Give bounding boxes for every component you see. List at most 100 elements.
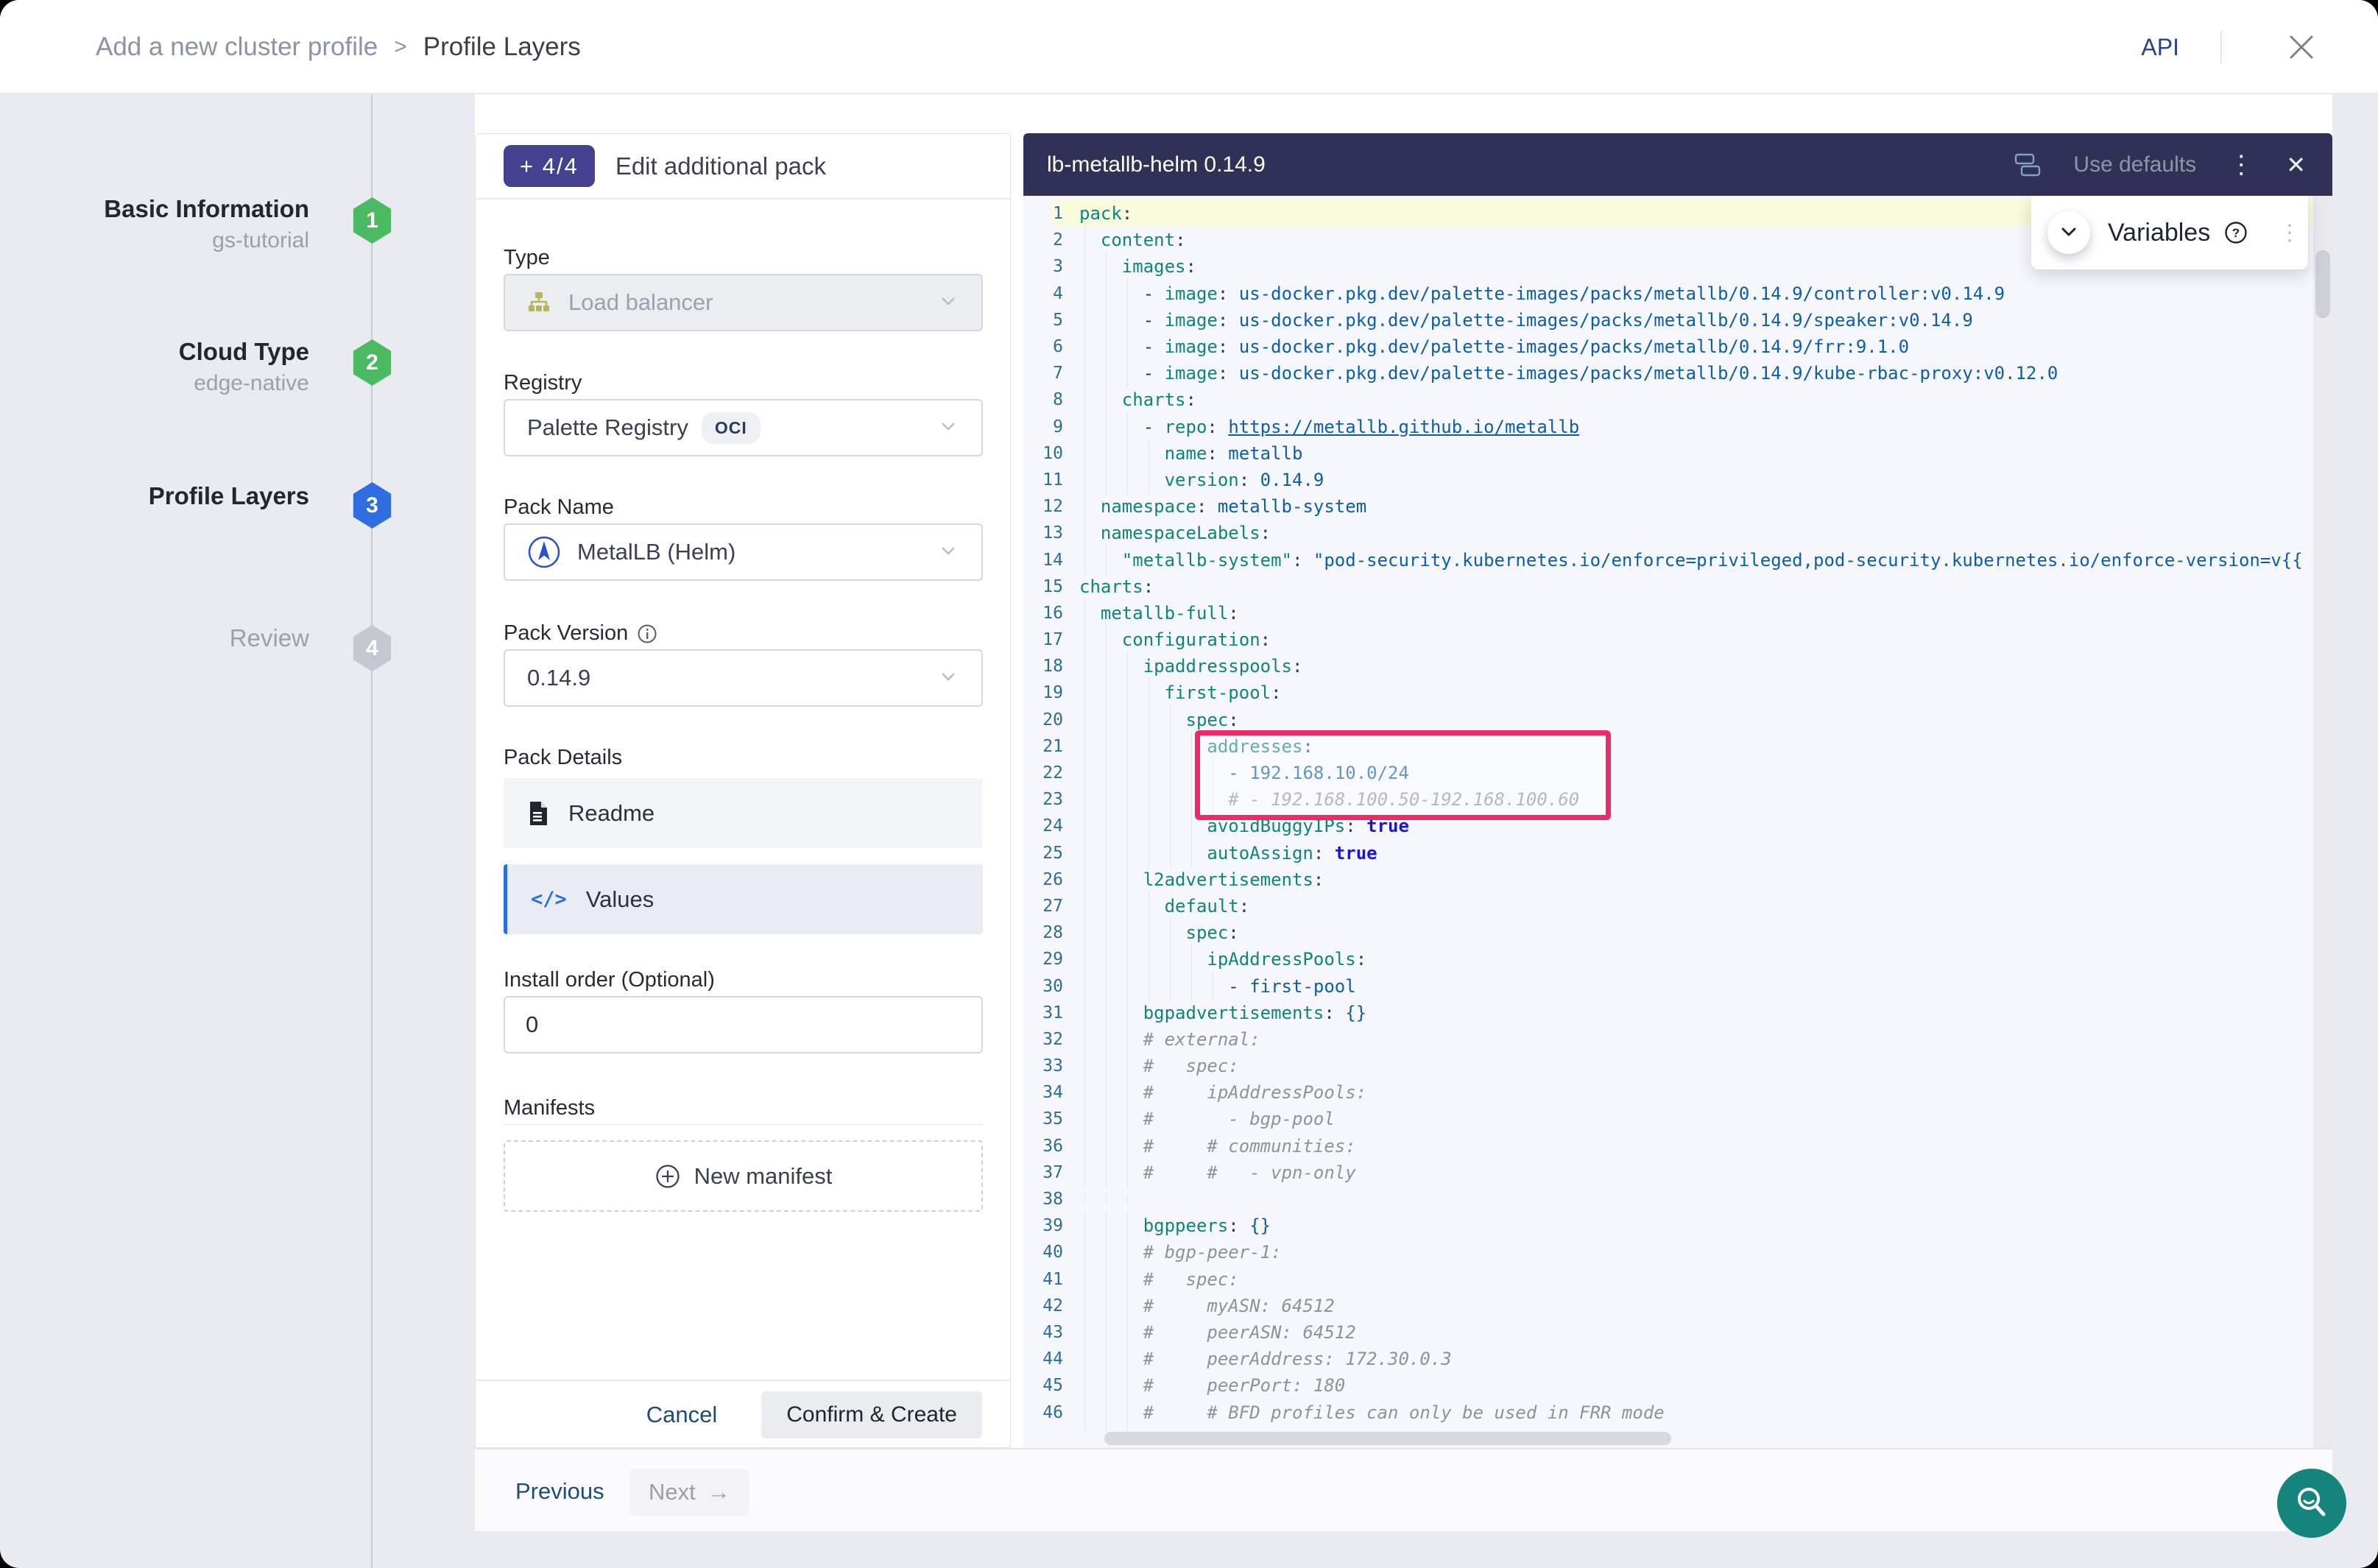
info-icon[interactable]: [637, 624, 657, 644]
code-line[interactable]: 44 # peerAddress: 172.30.0.3: [1023, 1346, 2313, 1372]
code-line[interactable]: 45 # peerPort: 180: [1023, 1372, 2313, 1399]
code-text: content:: [1079, 230, 1186, 250]
line-number: 8: [1023, 390, 1063, 409]
code-line[interactable]: 37 # # - vpn-only: [1023, 1159, 2313, 1186]
pack-name-select[interactable]: MetalLB (Helm): [504, 523, 983, 581]
line-number: 29: [1023, 950, 1063, 969]
close-icon[interactable]: [2284, 29, 2319, 65]
code-line[interactable]: 38: [1023, 1186, 2313, 1212]
code-line[interactable]: 40 # bgp-peer-1:: [1023, 1239, 2313, 1265]
help-circle-icon[interactable]: ?: [2223, 220, 2248, 245]
code-line[interactable]: 12 namespace: metallb-system: [1023, 493, 2313, 520]
step-1-hexagon[interactable]: 1: [351, 197, 393, 244]
code-line[interactable]: 47 # # bfdProfile: bfd-profile-1: [1023, 1426, 2313, 1430]
code-line[interactable]: 9 - repo: https://metallb.github.io/meta…: [1023, 414, 2313, 440]
code-text: bgppeers: {}: [1079, 1215, 1271, 1236]
code-line[interactable]: 34 # ipAddressPools:: [1023, 1079, 2313, 1106]
step-title: Review: [44, 622, 309, 654]
line-number: 10: [1023, 444, 1063, 463]
line-number: 27: [1023, 897, 1063, 916]
code-line[interactable]: 27 default:: [1023, 893, 2313, 919]
code-line[interactable]: 35 # - bgp-pool: [1023, 1106, 2313, 1132]
card-header: + 4/4 Edit additional pack: [476, 134, 1010, 199]
code-text: spec:: [1079, 710, 1239, 730]
code-line[interactable]: 30 - first-pool: [1023, 972, 2313, 999]
code-line[interactable]: 29 ipAddressPools:: [1023, 946, 2313, 972]
code-line[interactable]: 14 "metallb-system": "pod-security.kuber…: [1023, 546, 2313, 573]
topbar-divider: [2220, 31, 2222, 63]
step-subtitle: gs-tutorial: [44, 225, 309, 256]
code-line[interactable]: 6 - image: us-docker.pkg.dev/palette-ima…: [1023, 333, 2313, 360]
code-line[interactable]: 43 # peerASN: 64512: [1023, 1319, 2313, 1346]
code-text: autoAssign: true: [1079, 843, 1377, 864]
line-number: 17: [1023, 630, 1063, 649]
vertical-scrollbar-thumb[interactable]: [2315, 250, 2330, 318]
code-line[interactable]: 42 # myASN: 64512: [1023, 1293, 2313, 1319]
support-search-button[interactable]: [2277, 1469, 2346, 1538]
code-line[interactable]: 13 namespaceLabels:: [1023, 520, 2313, 546]
previous-button[interactable]: Previous: [515, 1449, 604, 1533]
code-text: # # - vpn-only: [1079, 1162, 1356, 1183]
values-tab[interactable]: </> Values: [504, 864, 983, 934]
code-line[interactable]: 7 - image: us-docker.pkg.dev/palette-ima…: [1023, 360, 2313, 386]
horizontal-scrollbar-thumb[interactable]: [1104, 1432, 1671, 1445]
code-line[interactable]: 15charts:: [1023, 573, 2313, 600]
code-text: bgpadvertisements: {}: [1079, 1003, 1366, 1023]
step-review[interactable]: Review: [44, 622, 309, 654]
editor-close-icon[interactable]: ✕: [2286, 153, 2306, 177]
step-2-hexagon[interactable]: 2: [351, 339, 393, 386]
confirm-create-button[interactable]: Confirm & Create: [761, 1391, 982, 1438]
step-number: 3: [366, 493, 378, 518]
code-text: - image: us-docker.pkg.dev/palette-image…: [1079, 336, 1909, 357]
code-text: configuration:: [1079, 629, 1271, 650]
code-text: name: metallb: [1079, 443, 1302, 464]
vertical-scrollbar[interactable]: [2313, 196, 2332, 1448]
use-defaults-button[interactable]: Use defaults: [2073, 152, 2196, 177]
code-text: - image: us-docker.pkg.dev/palette-image…: [1079, 310, 1973, 331]
code-line[interactable]: 36 # # communities:: [1023, 1133, 2313, 1159]
pack-version-select[interactable]: 0.14.9: [504, 649, 983, 707]
step-3-hexagon[interactable]: 3: [351, 482, 393, 529]
code-line[interactable]: 8 charts:: [1023, 386, 2313, 413]
code-text: pack:: [1079, 203, 1132, 224]
step-4-hexagon[interactable]: 4: [351, 625, 393, 671]
chevron-down-icon: [937, 543, 959, 562]
code-line[interactable]: 17 configuration:: [1023, 626, 2313, 653]
registry-select[interactable]: Palette Registry OCI: [504, 399, 983, 456]
code-line[interactable]: 18 ipaddresspools:: [1023, 653, 2313, 679]
code-line[interactable]: 28 spec:: [1023, 919, 2313, 946]
code-line[interactable]: 10 name: metallb: [1023, 440, 2313, 467]
code-line[interactable]: 16 metallb-full:: [1023, 600, 2313, 626]
code-line[interactable]: 25 autoAssign: true: [1023, 840, 2313, 866]
chevron-down-icon[interactable]: [2047, 211, 2090, 254]
api-link[interactable]: API: [2141, 0, 2179, 94]
code-line[interactable]: 39 bgppeers: {}: [1023, 1212, 2313, 1239]
manifests-divider: [504, 1124, 983, 1125]
code-line[interactable]: 31 bgpadvertisements: {}: [1023, 1000, 2313, 1026]
step-basic-information[interactable]: Basic Information gs-tutorial: [44, 193, 309, 256]
code-line[interactable]: 33 # spec:: [1023, 1053, 2313, 1079]
cancel-button[interactable]: Cancel: [646, 1402, 718, 1428]
diff-view-icon[interactable]: [2014, 153, 2041, 177]
readme-tab[interactable]: Readme: [504, 778, 983, 848]
code-text: # ipAddressPools:: [1079, 1082, 1366, 1103]
kebab-menu-icon[interactable]: ⋮: [2229, 152, 2254, 177]
line-number: 3: [1023, 257, 1063, 276]
code-line[interactable]: 11 version: 0.14.9: [1023, 467, 2313, 493]
breadcrumb-parent[interactable]: Add a new cluster profile: [96, 32, 378, 62]
kebab-menu-icon[interactable]: ⋮: [2279, 220, 2301, 246]
step-profile-layers[interactable]: Profile Layers: [44, 480, 309, 512]
install-order-input[interactable]: 0: [504, 996, 983, 1053]
step-cloud-type[interactable]: Cloud Type edge-native: [44, 336, 309, 399]
code-line[interactable]: 46 # # BFD profiles can only be used in …: [1023, 1399, 2313, 1425]
type-select[interactable]: Load balancer: [504, 274, 983, 331]
next-button[interactable]: Next →: [629, 1469, 749, 1516]
new-manifest-button[interactable]: New manifest: [504, 1140, 983, 1212]
code-line[interactable]: 4 - image: us-docker.pkg.dev/palette-ima…: [1023, 280, 2313, 307]
code-line[interactable]: 20 spec:: [1023, 707, 2313, 733]
code-line[interactable]: 19 first-pool:: [1023, 679, 2313, 706]
code-line[interactable]: 5 - image: us-docker.pkg.dev/palette-ima…: [1023, 307, 2313, 333]
code-line[interactable]: 32 # external:: [1023, 1026, 2313, 1053]
code-line[interactable]: 26 l2advertisements:: [1023, 866, 2313, 893]
code-line[interactable]: 41 # spec:: [1023, 1266, 2313, 1293]
